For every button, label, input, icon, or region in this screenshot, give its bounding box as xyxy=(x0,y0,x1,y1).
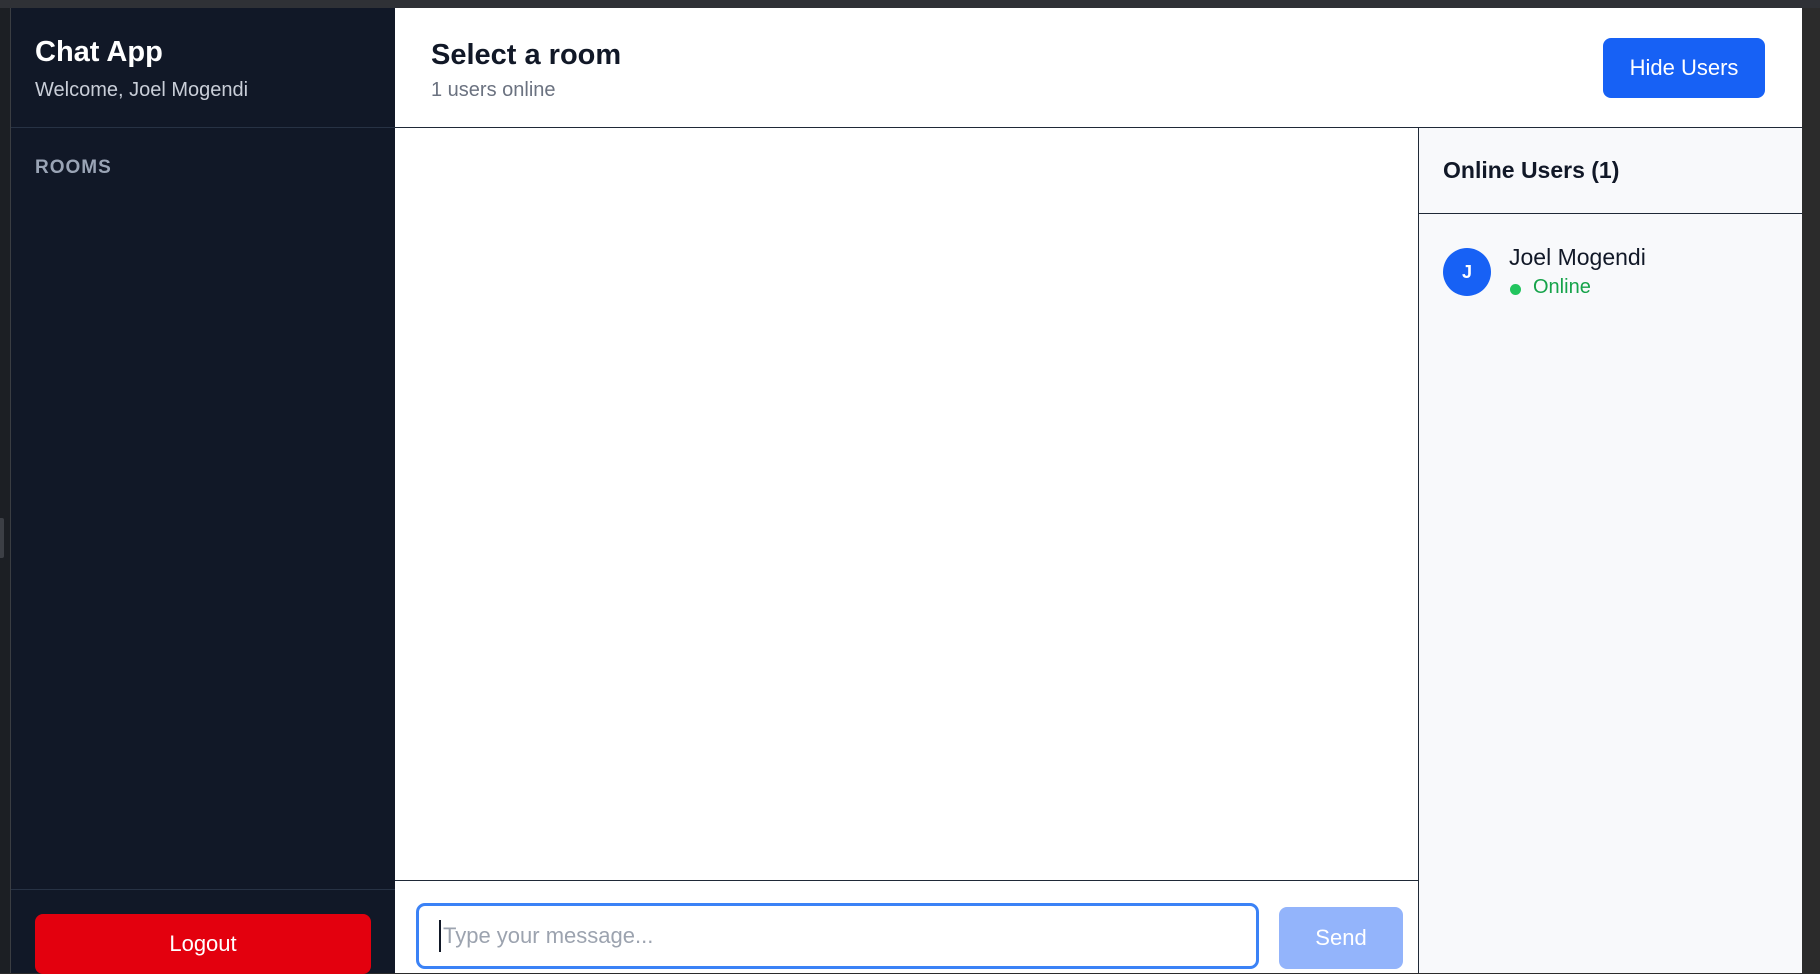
user-status: Online xyxy=(1533,276,1591,298)
main-header: Select a room 1 users online Hide Users xyxy=(395,8,1802,128)
online-users-panel: Online Users (1) J Joel Mogendi Online xyxy=(1419,128,1802,973)
online-users-header: Online Users (1) xyxy=(1419,128,1802,214)
online-status-dot-icon xyxy=(1510,284,1521,295)
window-top-bar xyxy=(0,0,1820,8)
messages-area[interactable] xyxy=(395,128,1419,880)
rooms-heading: ROOMS xyxy=(35,157,112,178)
app-title: Chat App xyxy=(35,36,163,68)
users-online-count: 1 users online xyxy=(431,79,556,101)
user-list-item[interactable]: J Joel Mogendi Online xyxy=(1419,214,1802,314)
sidebar-header: Chat App Welcome, Joel Mogendi xyxy=(11,8,395,128)
send-button[interactable]: Send xyxy=(1279,907,1403,969)
online-users-title: Online Users (1) xyxy=(1443,157,1620,183)
avatar: J xyxy=(1443,248,1491,296)
sidebar-footer: Logout xyxy=(11,889,395,974)
edge-handle[interactable] xyxy=(0,518,4,558)
welcome-text: Welcome, Joel Mogendi xyxy=(35,79,249,101)
user-name: Joel Mogendi xyxy=(1509,244,1646,270)
room-title: Select a room xyxy=(431,39,622,71)
sidebar: Chat App Welcome, Joel Mogendi ROOMS Log… xyxy=(11,8,395,974)
chat-app: Chat App Welcome, Joel Mogendi ROOMS Log… xyxy=(11,8,1802,974)
window-right-edge xyxy=(1802,8,1820,973)
text-caret xyxy=(439,920,441,952)
window-left-edge xyxy=(0,8,11,973)
logout-button[interactable]: Logout xyxy=(35,914,371,974)
message-input[interactable] xyxy=(416,903,1259,969)
message-composer: Send xyxy=(395,880,1419,973)
hide-users-button[interactable]: Hide Users xyxy=(1603,38,1765,98)
main-panel: Select a room 1 users online Hide Users … xyxy=(395,8,1802,973)
